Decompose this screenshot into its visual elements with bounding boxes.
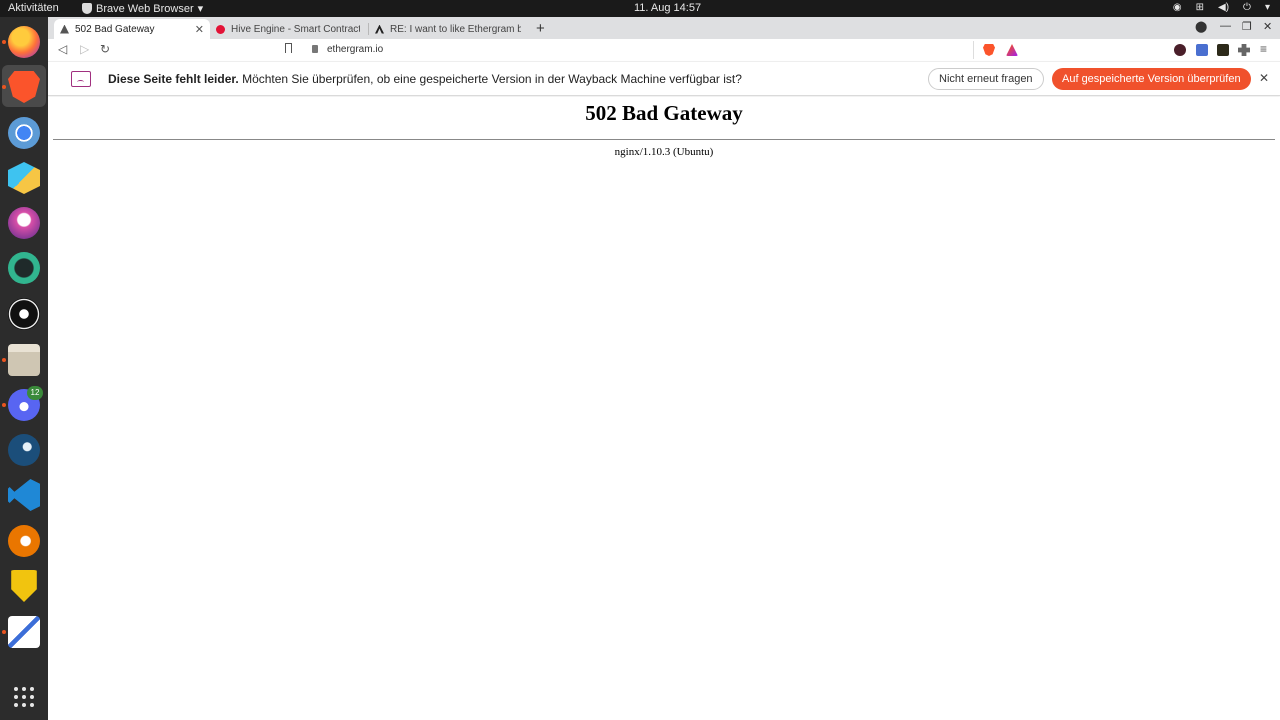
extension-icon[interactable]: [1174, 44, 1186, 56]
server-signature: nginx/1.10.3 (Ubuntu): [614, 146, 714, 158]
new-tab-button[interactable]: +: [536, 20, 545, 37]
sad-page-icon: [71, 71, 91, 87]
minimize-icon[interactable]: —: [1220, 20, 1231, 32]
page-content: 502 Bad Gateway nginx/1.10.3 (Ubuntu): [48, 97, 1280, 720]
app-menu[interactable]: Brave Web Browser ▾: [82, 2, 203, 15]
page-title: 502 Bad Gateway: [585, 101, 743, 125]
infobar-title: Diese Seite fehlt leider.: [108, 72, 239, 86]
peakd-icon: [375, 24, 384, 34]
system-top-bar: Aktivitäten Brave Web Browser ▾ 11. Aug …: [0, 0, 1280, 17]
dont-ask-again-button[interactable]: Nicht erneut fragen: [928, 68, 1044, 90]
keeper-extension-icon[interactable]: [1196, 44, 1208, 56]
chevron-down-icon: ▾: [197, 3, 204, 15]
krita-icon[interactable]: [8, 252, 40, 284]
running-indicator: [2, 358, 6, 362]
gitlab-icon[interactable]: [11, 570, 37, 602]
firefox-icon[interactable]: [8, 26, 40, 58]
network-icon[interactable]: ⊞: [1196, 2, 1204, 13]
tab-ethergram-post[interactable]: RE: I want to like Ethergram b: [369, 19, 527, 39]
tab-strip: 502 Bad Gateway ✕ Hive Engine - Smart Co…: [48, 17, 1280, 39]
running-indicator: [2, 403, 6, 407]
clock[interactable]: 11. Aug 14:57: [634, 2, 701, 14]
running-indicator: [2, 85, 6, 89]
bolt-icon: [60, 24, 69, 34]
back-icon[interactable]: ◁: [58, 42, 67, 56]
infobar-message: Diese Seite fehlt leider. Möchten Sie üb…: [108, 72, 742, 86]
wayback-infobar: Diese Seite fehlt leider. Möchten Sie üb…: [48, 61, 1280, 96]
power-icon[interactable]: ⏻: [1243, 2, 1251, 13]
url-text: ethergram.io: [327, 44, 384, 55]
text-editor-icon[interactable]: [8, 616, 40, 648]
close-window-icon[interactable]: ✕: [1263, 20, 1272, 33]
show-applications-icon[interactable]: [14, 687, 34, 707]
steam-icon[interactable]: [8, 434, 40, 466]
vscode-icon[interactable]: [8, 479, 40, 511]
extension-icon[interactable]: [1217, 44, 1229, 56]
lock-icon[interactable]: [312, 45, 318, 53]
obs-icon[interactable]: [8, 298, 40, 330]
menu-icon[interactable]: ≡: [1260, 42, 1267, 56]
navigation-toolbar: ◁ ▷ ↻ ethergram.io ≡: [48, 39, 1280, 61]
puzzle-icon[interactable]: [1238, 44, 1250, 56]
brave-shield-icon: [82, 3, 92, 14]
tab-label: Hive Engine - Smart Contract: [231, 23, 360, 35]
tab-hive-engine[interactable]: Hive Engine - Smart Contract: [210, 19, 366, 39]
close-icon[interactable]: ✕: [195, 23, 204, 36]
chromium-icon[interactable]: [8, 117, 40, 149]
tab-label: RE: I want to like Ethergram b: [390, 23, 521, 35]
browser-window: 502 Bad Gateway ✕ Hive Engine - Smart Co…: [48, 17, 1280, 720]
close-icon[interactable]: ✕: [1259, 71, 1269, 85]
address-bar[interactable]: ethergram.io: [274, 41, 974, 59]
check-saved-version-button[interactable]: Auf gespeicherte Version überprüfen: [1052, 68, 1251, 90]
kotlin-ide-icon[interactable]: [8, 162, 40, 194]
dock: 12: [0, 17, 48, 720]
divider: [53, 139, 1275, 140]
activities-button[interactable]: Aktivitäten: [8, 2, 59, 14]
chevron-down-icon[interactable]: ▾: [1265, 2, 1270, 13]
notification-badge: 12: [27, 386, 43, 400]
discord-tray-icon[interactable]: ◉: [1173, 2, 1182, 13]
restore-icon[interactable]: ❐: [1242, 20, 1252, 33]
reload-icon[interactable]: ↻: [100, 42, 110, 56]
files-icon[interactable]: [8, 344, 40, 376]
system-tray[interactable]: ◉ ⊞ ◀) ⏻ ▾: [1173, 2, 1270, 13]
hive-icon: [216, 24, 225, 34]
gimp-icon[interactable]: [8, 207, 40, 239]
running-indicator: [2, 630, 6, 634]
forward-icon[interactable]: ▷: [80, 42, 89, 56]
running-indicator: [2, 40, 6, 44]
volume-icon[interactable]: ◀): [1218, 2, 1229, 13]
blender-icon[interactable]: [8, 525, 40, 557]
app-menu-label: Brave Web Browser: [96, 2, 194, 15]
tab-502-bad-gateway[interactable]: 502 Bad Gateway ✕: [54, 19, 210, 39]
infobar-text: Möchten Sie überprüfen, ob eine gespeich…: [238, 72, 742, 86]
brave-rewards-icon[interactable]: [1006, 44, 1018, 56]
brave-shields-icon[interactable]: [983, 44, 995, 56]
tab-label: 502 Bad Gateway: [75, 23, 155, 35]
tab-search-icon[interactable]: ⬤: [1195, 20, 1207, 33]
